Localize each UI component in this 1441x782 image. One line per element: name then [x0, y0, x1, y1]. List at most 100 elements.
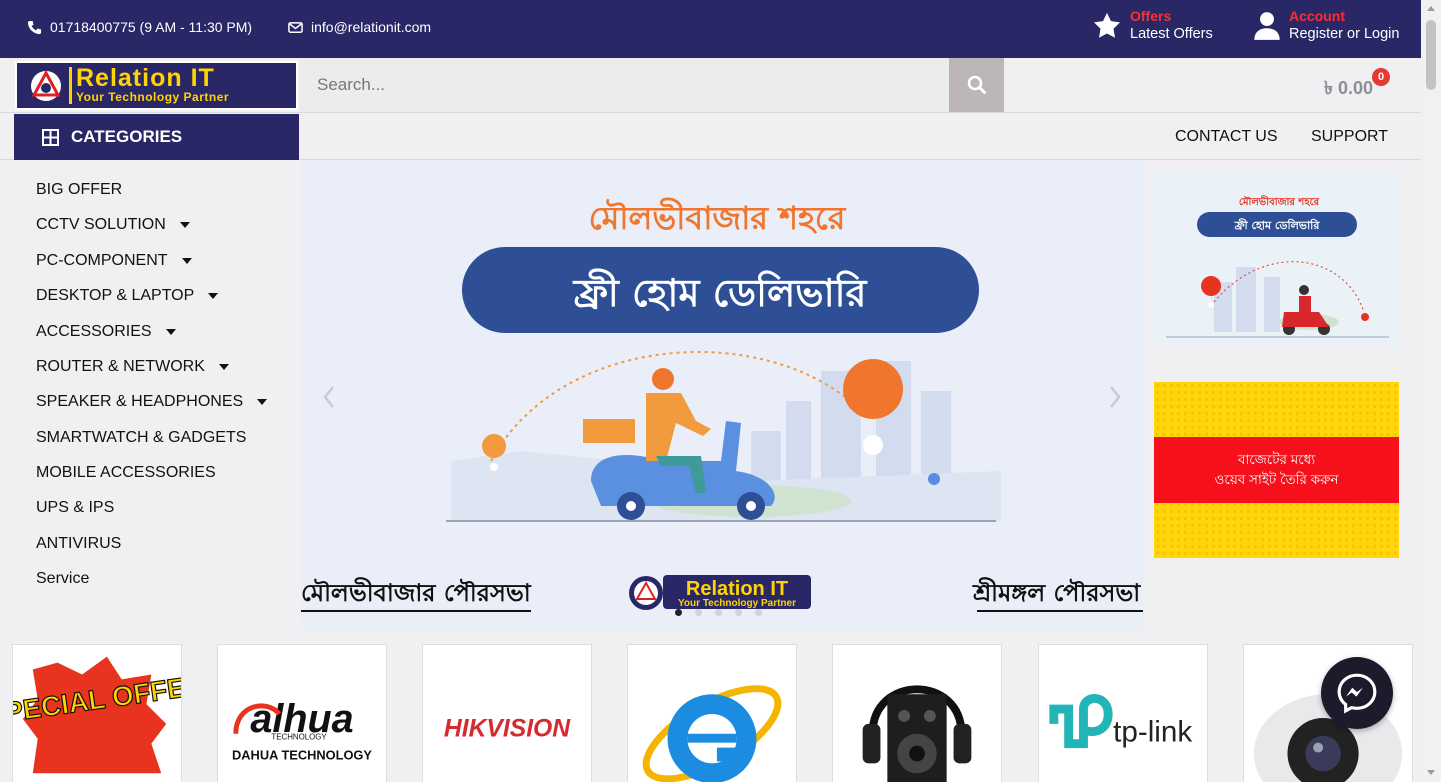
cart-count-badge: 0: [1372, 68, 1390, 86]
user-icon: [1254, 11, 1280, 40]
sidebar-item-label: DESKTOP & LAPTOP: [36, 287, 195, 304]
logo-title: Relation IT: [76, 64, 215, 92]
scroll-up-icon[interactable]: [1427, 6, 1435, 11]
slider-dot[interactable]: [755, 609, 762, 616]
sidebar-item-accessories[interactable]: ACCESSORIES: [36, 323, 176, 341]
sidebar-item-label: PC-COMPONENT: [36, 252, 168, 269]
nav-contact-us[interactable]: CONTACT US: [1175, 128, 1278, 146]
logo-emblem-icon: [31, 69, 61, 101]
dahua-caption: DAHUA TECHNOLOGY: [232, 747, 372, 762]
sidebar-item-mobile-accessories[interactable]: MOBILE ACCESSORIES: [36, 464, 216, 482]
sidebar-item-ups-ips[interactable]: UPS & IPS: [36, 499, 114, 517]
search-button[interactable]: [949, 58, 1004, 112]
slider-dot[interactable]: [675, 609, 682, 616]
tplink-logo: tp-link: [1049, 694, 1192, 749]
account-subtitle: Register or Login: [1289, 26, 1400, 42]
caret-down-icon: [208, 293, 219, 299]
header-bar: Relation IT Your Technology Partner ৳ 0.…: [0, 58, 1421, 112]
cart-total[interactable]: ৳ 0.00: [1324, 74, 1373, 105]
brand-dahua[interactable]: alhua TECHNOLOGY DAHUA TECHNOLOGY: [217, 644, 387, 782]
slider-footer-right: শ্রীমঙ্গল পৌরসভা: [972, 577, 1141, 607]
sidebar-item-speaker-headphones[interactable]: SPEAKER & HEADPHONES: [36, 393, 268, 411]
email-contact[interactable]: info@relationit.com: [288, 19, 431, 35]
side-ad-delivery[interactable]: মৌলভীবাজার শহরে ফ্রী হোম ডেলিভারি: [1154, 172, 1399, 348]
delivery-ad-graphic: মৌলভীবাজার শহরে ফ্রী হোম ডেলিভারি: [1166, 194, 1389, 338]
caret-down-icon: [181, 258, 192, 264]
scrollbar-thumb[interactable]: [1426, 20, 1436, 90]
logo-tagline: Your Technology Partner: [76, 90, 230, 104]
slider-prev-icon[interactable]: [323, 386, 334, 408]
dahua-subtitle: TECHNOLOGY: [271, 733, 327, 742]
brand-speaker[interactable]: [832, 644, 1002, 782]
sidebar-item-label: ROUTER & NETWORK: [36, 358, 205, 375]
sidebar-item-cctv[interactable]: CCTV SOLUTION: [36, 216, 190, 234]
slider-logo-title: Relation IT: [686, 578, 788, 600]
top-bar: 01718400775 (9 AM - 11:30 PM) info@relat…: [0, 0, 1421, 58]
account-title: Account: [1289, 8, 1345, 24]
grid-icon: [42, 128, 59, 146]
page-scrollbar[interactable]: [1421, 0, 1441, 782]
sidebar-item-antivirus[interactable]: ANTIVIRUS: [36, 535, 121, 553]
dahua-logo: alhua TECHNOLOGY DAHUA TECHNOLOGY: [232, 697, 372, 763]
sidebar-item-label: ANTIVIRUS: [36, 535, 122, 552]
side-ad-website[interactable]: বাজেটের মধ্যে ওয়েব সাইট তৈরি করুন: [1154, 382, 1399, 558]
brand-strip: SPECIAL OFFER alhua TECHNOLOGY DAHUA TEC…: [0, 630, 1421, 782]
scroll-down-icon[interactable]: [1427, 770, 1435, 775]
slider-dot[interactable]: [715, 609, 722, 616]
sidebar-item-label: BIG OFFER: [36, 181, 123, 198]
slider-headline: মৌলভীবাজার শহরে: [589, 197, 847, 237]
phone-icon: [27, 20, 42, 34]
brand-hikvision[interactable]: HIKVISION: [422, 644, 592, 782]
sidebar-item-smartwatch[interactable]: SMARTWATCH & GADGETS: [36, 429, 246, 447]
nav-row: CATEGORIES CONTACT US SUPPORT: [0, 112, 1421, 160]
tplink-wordmark: tp-link: [1113, 716, 1192, 749]
messenger-icon: [1337, 673, 1377, 714]
site-logo[interactable]: Relation IT Your Technology Partner: [15, 61, 298, 110]
hikvision-wordmark: HIKVISION: [444, 716, 571, 743]
phone-text: 01718400775 (9 AM - 11:30 PM): [50, 19, 253, 35]
offers-link[interactable]: Offers Latest Offers: [1092, 8, 1213, 43]
categories-label: CATEGORIES: [71, 127, 183, 146]
envelope-icon: [288, 21, 303, 33]
phone-contact[interactable]: 01718400775 (9 AM - 11:30 PM): [27, 19, 252, 35]
sidebar-item-label: MOBILE ACCESSORIES: [36, 464, 216, 481]
hikvision-logo: HIKVISION: [444, 716, 571, 743]
brand-internet-explorer[interactable]: [627, 644, 797, 782]
email-text: info@relationit.com: [311, 19, 432, 35]
nav-support[interactable]: SUPPORT: [1311, 128, 1388, 146]
special-offer-logo: SPECIAL OFFER: [13, 656, 181, 774]
account-link[interactable]: Account Register or Login: [1253, 8, 1399, 43]
brand-tplink[interactable]: tp-link: [1038, 644, 1208, 782]
sidebar-item-router-network[interactable]: ROUTER & NETWORK: [36, 358, 229, 376]
caret-down-icon: [165, 329, 176, 335]
category-sidebar: BIG OFFER CCTV SOLUTION PC-COMPONENT DES…: [0, 160, 300, 630]
slider-dot[interactable]: [695, 609, 702, 616]
caret-down-icon: [179, 222, 190, 228]
sidebar-item-service[interactable]: Service: [36, 570, 89, 588]
internet-explorer-icon: [642, 685, 782, 782]
sidebar-item-label: SPEAKER & HEADPHONES: [36, 393, 244, 410]
sidebar-item-desktop-laptop[interactable]: DESKTOP & LAPTOP: [36, 287, 219, 305]
ad2-line1: বাজেটের মধ্যে: [1237, 452, 1316, 467]
slider-next-icon[interactable]: [1110, 386, 1121, 408]
slider-logo-tagline: Your Technology Partner: [678, 598, 796, 609]
hero-slider[interactable]: মৌলভীবাজার শহরে ফ্রী হোম ডেলিভারি মৌলভীব…: [301, 161, 1143, 631]
speaker-headphones-icon: [862, 685, 972, 782]
sidebar-item-pc-component[interactable]: PC-COMPONENT: [36, 252, 192, 270]
slider-pill-text: ফ্রী হোম ডেলিভারি: [572, 268, 868, 315]
brand-special-offer[interactable]: SPECIAL OFFER: [12, 644, 182, 782]
ad2-line2: ওয়েব সাইট তৈরি করুন: [1214, 472, 1339, 487]
categories-button[interactable]: CATEGORIES: [14, 114, 299, 160]
messenger-chat-button[interactable]: [1321, 657, 1393, 729]
star-icon: [1094, 12, 1120, 38]
sidebar-item-label: CCTV SOLUTION: [36, 216, 166, 233]
sidebar-item-label: Service: [36, 570, 90, 587]
website-ad-band: বাজেটের মধ্যে ওয়েব সাইট তৈরি করুন: [1154, 437, 1399, 503]
slider-dot[interactable]: [735, 609, 742, 616]
ad1-headline: মৌলভীবাজার শহরে: [1239, 194, 1320, 208]
offers-title: Offers: [1130, 8, 1172, 24]
search-input[interactable]: [300, 58, 950, 112]
sidebar-item-label: ACCESSORIES: [36, 323, 152, 340]
sidebar-item-big-offer[interactable]: BIG OFFER: [36, 181, 122, 199]
slider-dots[interactable]: [675, 609, 762, 616]
